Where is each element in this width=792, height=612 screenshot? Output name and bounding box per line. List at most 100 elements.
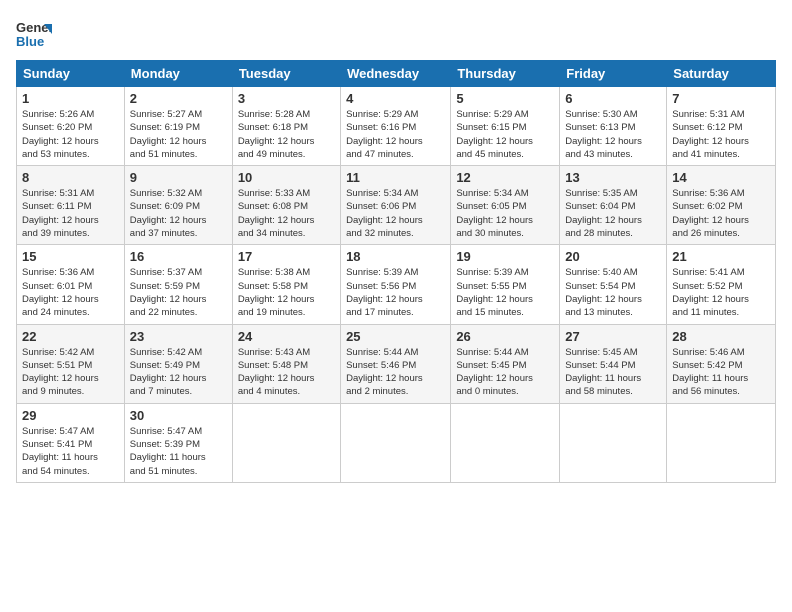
day-info: Sunrise: 5:32 AM Sunset: 6:09 PM Dayligh… — [130, 187, 227, 240]
day-number: 19 — [456, 249, 554, 264]
day-number: 12 — [456, 170, 554, 185]
day-info: Sunrise: 5:30 AM Sunset: 6:13 PM Dayligh… — [565, 108, 661, 161]
day-info: Sunrise: 5:46 AM Sunset: 5:42 PM Dayligh… — [672, 346, 770, 399]
calendar-cell: 3 Sunrise: 5:28 AM Sunset: 6:18 PM Daylig… — [232, 87, 340, 166]
calendar-cell: 15Sunrise: 5:36 AM Sunset: 6:01 PM Dayli… — [17, 245, 125, 324]
calendar-cell: 13 Sunrise: 5:35 AM Sunset: 6:04 PM Dayli… — [560, 166, 667, 245]
calendar-cell — [560, 403, 667, 482]
day-number: 25 — [346, 329, 445, 344]
day-number: 16 — [130, 249, 227, 264]
calendar-cell — [451, 403, 560, 482]
day-info: Sunrise: 5:31 AM Sunset: 6:12 PM Dayligh… — [672, 108, 770, 161]
day-number: 18 — [346, 249, 445, 264]
calendar-cell: 23 Sunrise: 5:42 AM Sunset: 5:49 PM Dayli… — [124, 324, 232, 403]
day-number: 24 — [238, 329, 335, 344]
calendar-cell: 8Sunrise: 5:31 AM Sunset: 6:11 PM Daylig… — [17, 166, 125, 245]
calendar-cell: 21 Sunrise: 5:41 AM Sunset: 5:52 PM Dayli… — [667, 245, 776, 324]
weekday-header-monday: Monday — [124, 61, 232, 87]
calendar-cell: 25 Sunrise: 5:44 AM Sunset: 5:46 PM Dayli… — [341, 324, 451, 403]
day-number: 10 — [238, 170, 335, 185]
calendar-cell: 19Sunrise: 5:39 AM Sunset: 5:55 PM Dayli… — [451, 245, 560, 324]
day-info: Sunrise: 5:39 AM Sunset: 5:56 PM Dayligh… — [346, 266, 445, 319]
day-info: Sunrise: 5:47 AM Sunset: 5:41 PM Dayligh… — [22, 425, 119, 478]
day-info: Sunrise: 5:36 AM Sunset: 6:01 PM Dayligh… — [22, 266, 119, 319]
weekday-header-friday: Friday — [560, 61, 667, 87]
day-number: 6 — [565, 91, 661, 106]
calendar-cell: 17 Sunrise: 5:38 AM Sunset: 5:58 PM Dayli… — [232, 245, 340, 324]
calendar-cell: 24 Sunrise: 5:43 AM Sunset: 5:48 PM Dayli… — [232, 324, 340, 403]
calendar-table: SundayMondayTuesdayWednesdayThursdayFrid… — [16, 60, 776, 483]
day-info: Sunrise: 5:45 AM Sunset: 5:44 PM Dayligh… — [565, 346, 661, 399]
day-number: 17 — [238, 249, 335, 264]
day-number: 4 — [346, 91, 445, 106]
day-number: 3 — [238, 91, 335, 106]
calendar-cell: 6 Sunrise: 5:30 AM Sunset: 6:13 PM Daylig… — [560, 87, 667, 166]
calendar-cell: 4 Sunrise: 5:29 AM Sunset: 6:16 PM Daylig… — [341, 87, 451, 166]
day-number: 14 — [672, 170, 770, 185]
calendar-cell: 14 Sunrise: 5:36 AM Sunset: 6:02 PM Dayli… — [667, 166, 776, 245]
day-number: 13 — [565, 170, 661, 185]
day-info: Sunrise: 5:29 AM Sunset: 6:15 PM Dayligh… — [456, 108, 554, 161]
day-info: Sunrise: 5:44 AM Sunset: 5:45 PM Dayligh… — [456, 346, 554, 399]
calendar-cell: 12 Sunrise: 5:34 AM Sunset: 6:05 PM Dayli… — [451, 166, 560, 245]
calendar-cell: 5 Sunrise: 5:29 AM Sunset: 6:15 PM Daylig… — [451, 87, 560, 166]
day-number: 23 — [130, 329, 227, 344]
day-number: 2 — [130, 91, 227, 106]
weekday-header-wednesday: Wednesday — [341, 61, 451, 87]
day-info: Sunrise: 5:41 AM Sunset: 5:52 PM Dayligh… — [672, 266, 770, 319]
calendar-cell: 11 Sunrise: 5:34 AM Sunset: 6:06 PM Dayli… — [341, 166, 451, 245]
day-info: Sunrise: 5:42 AM Sunset: 5:51 PM Dayligh… — [22, 346, 119, 399]
day-number: 21 — [672, 249, 770, 264]
calendar-cell: 27 Sunrise: 5:45 AM Sunset: 5:44 PM Dayli… — [560, 324, 667, 403]
day-info: Sunrise: 5:26 AM Sunset: 6:20 PM Dayligh… — [22, 108, 119, 161]
day-info: Sunrise: 5:36 AM Sunset: 6:02 PM Dayligh… — [672, 187, 770, 240]
svg-text:Blue: Blue — [16, 34, 44, 49]
day-info: Sunrise: 5:29 AM Sunset: 6:16 PM Dayligh… — [346, 108, 445, 161]
weekday-header-thursday: Thursday — [451, 61, 560, 87]
day-info: Sunrise: 5:33 AM Sunset: 6:08 PM Dayligh… — [238, 187, 335, 240]
logo-icon: General Blue — [16, 16, 52, 52]
day-number: 28 — [672, 329, 770, 344]
day-number: 30 — [130, 408, 227, 423]
calendar-cell: 22Sunrise: 5:42 AM Sunset: 5:51 PM Dayli… — [17, 324, 125, 403]
day-info: Sunrise: 5:47 AM Sunset: 5:39 PM Dayligh… — [130, 425, 227, 478]
calendar-cell: 7 Sunrise: 5:31 AM Sunset: 6:12 PM Daylig… — [667, 87, 776, 166]
calendar-cell: 9 Sunrise: 5:32 AM Sunset: 6:09 PM Daylig… — [124, 166, 232, 245]
calendar-cell: 16 Sunrise: 5:37 AM Sunset: 5:59 PM Dayli… — [124, 245, 232, 324]
day-info: Sunrise: 5:34 AM Sunset: 6:05 PM Dayligh… — [456, 187, 554, 240]
day-info: Sunrise: 5:43 AM Sunset: 5:48 PM Dayligh… — [238, 346, 335, 399]
day-info: Sunrise: 5:37 AM Sunset: 5:59 PM Dayligh… — [130, 266, 227, 319]
day-number: 9 — [130, 170, 227, 185]
calendar-cell: 2 Sunrise: 5:27 AM Sunset: 6:19 PM Daylig… — [124, 87, 232, 166]
calendar-cell: 1 Sunrise: 5:26 AM Sunset: 6:20 PM Daylig… — [17, 87, 125, 166]
calendar-cell: 26Sunrise: 5:44 AM Sunset: 5:45 PM Dayli… — [451, 324, 560, 403]
day-info: Sunrise: 5:34 AM Sunset: 6:06 PM Dayligh… — [346, 187, 445, 240]
day-info: Sunrise: 5:44 AM Sunset: 5:46 PM Dayligh… — [346, 346, 445, 399]
day-info: Sunrise: 5:35 AM Sunset: 6:04 PM Dayligh… — [565, 187, 661, 240]
weekday-header-saturday: Saturday — [667, 61, 776, 87]
day-number: 5 — [456, 91, 554, 106]
weekday-header-tuesday: Tuesday — [232, 61, 340, 87]
day-number: 1 — [22, 91, 119, 106]
calendar-cell — [667, 403, 776, 482]
calendar-cell: 20 Sunrise: 5:40 AM Sunset: 5:54 PM Dayli… — [560, 245, 667, 324]
calendar-cell: 30 Sunrise: 5:47 AM Sunset: 5:39 PM Dayli… — [124, 403, 232, 482]
day-info: Sunrise: 5:42 AM Sunset: 5:49 PM Dayligh… — [130, 346, 227, 399]
calendar-cell — [232, 403, 340, 482]
calendar-cell: 28 Sunrise: 5:46 AM Sunset: 5:42 PM Dayli… — [667, 324, 776, 403]
day-number: 7 — [672, 91, 770, 106]
day-info: Sunrise: 5:27 AM Sunset: 6:19 PM Dayligh… — [130, 108, 227, 161]
day-number: 11 — [346, 170, 445, 185]
day-info: Sunrise: 5:38 AM Sunset: 5:58 PM Dayligh… — [238, 266, 335, 319]
logo: General Blue — [16, 16, 52, 52]
day-number: 29 — [22, 408, 119, 423]
calendar-cell: 10 Sunrise: 5:33 AM Sunset: 6:08 PM Dayli… — [232, 166, 340, 245]
weekday-header-sunday: Sunday — [17, 61, 125, 87]
day-info: Sunrise: 5:40 AM Sunset: 5:54 PM Dayligh… — [565, 266, 661, 319]
page-header: General Blue — [16, 16, 776, 52]
day-number: 20 — [565, 249, 661, 264]
day-number: 27 — [565, 329, 661, 344]
calendar-cell — [341, 403, 451, 482]
day-info: Sunrise: 5:28 AM Sunset: 6:18 PM Dayligh… — [238, 108, 335, 161]
calendar-cell: 18 Sunrise: 5:39 AM Sunset: 5:56 PM Dayli… — [341, 245, 451, 324]
